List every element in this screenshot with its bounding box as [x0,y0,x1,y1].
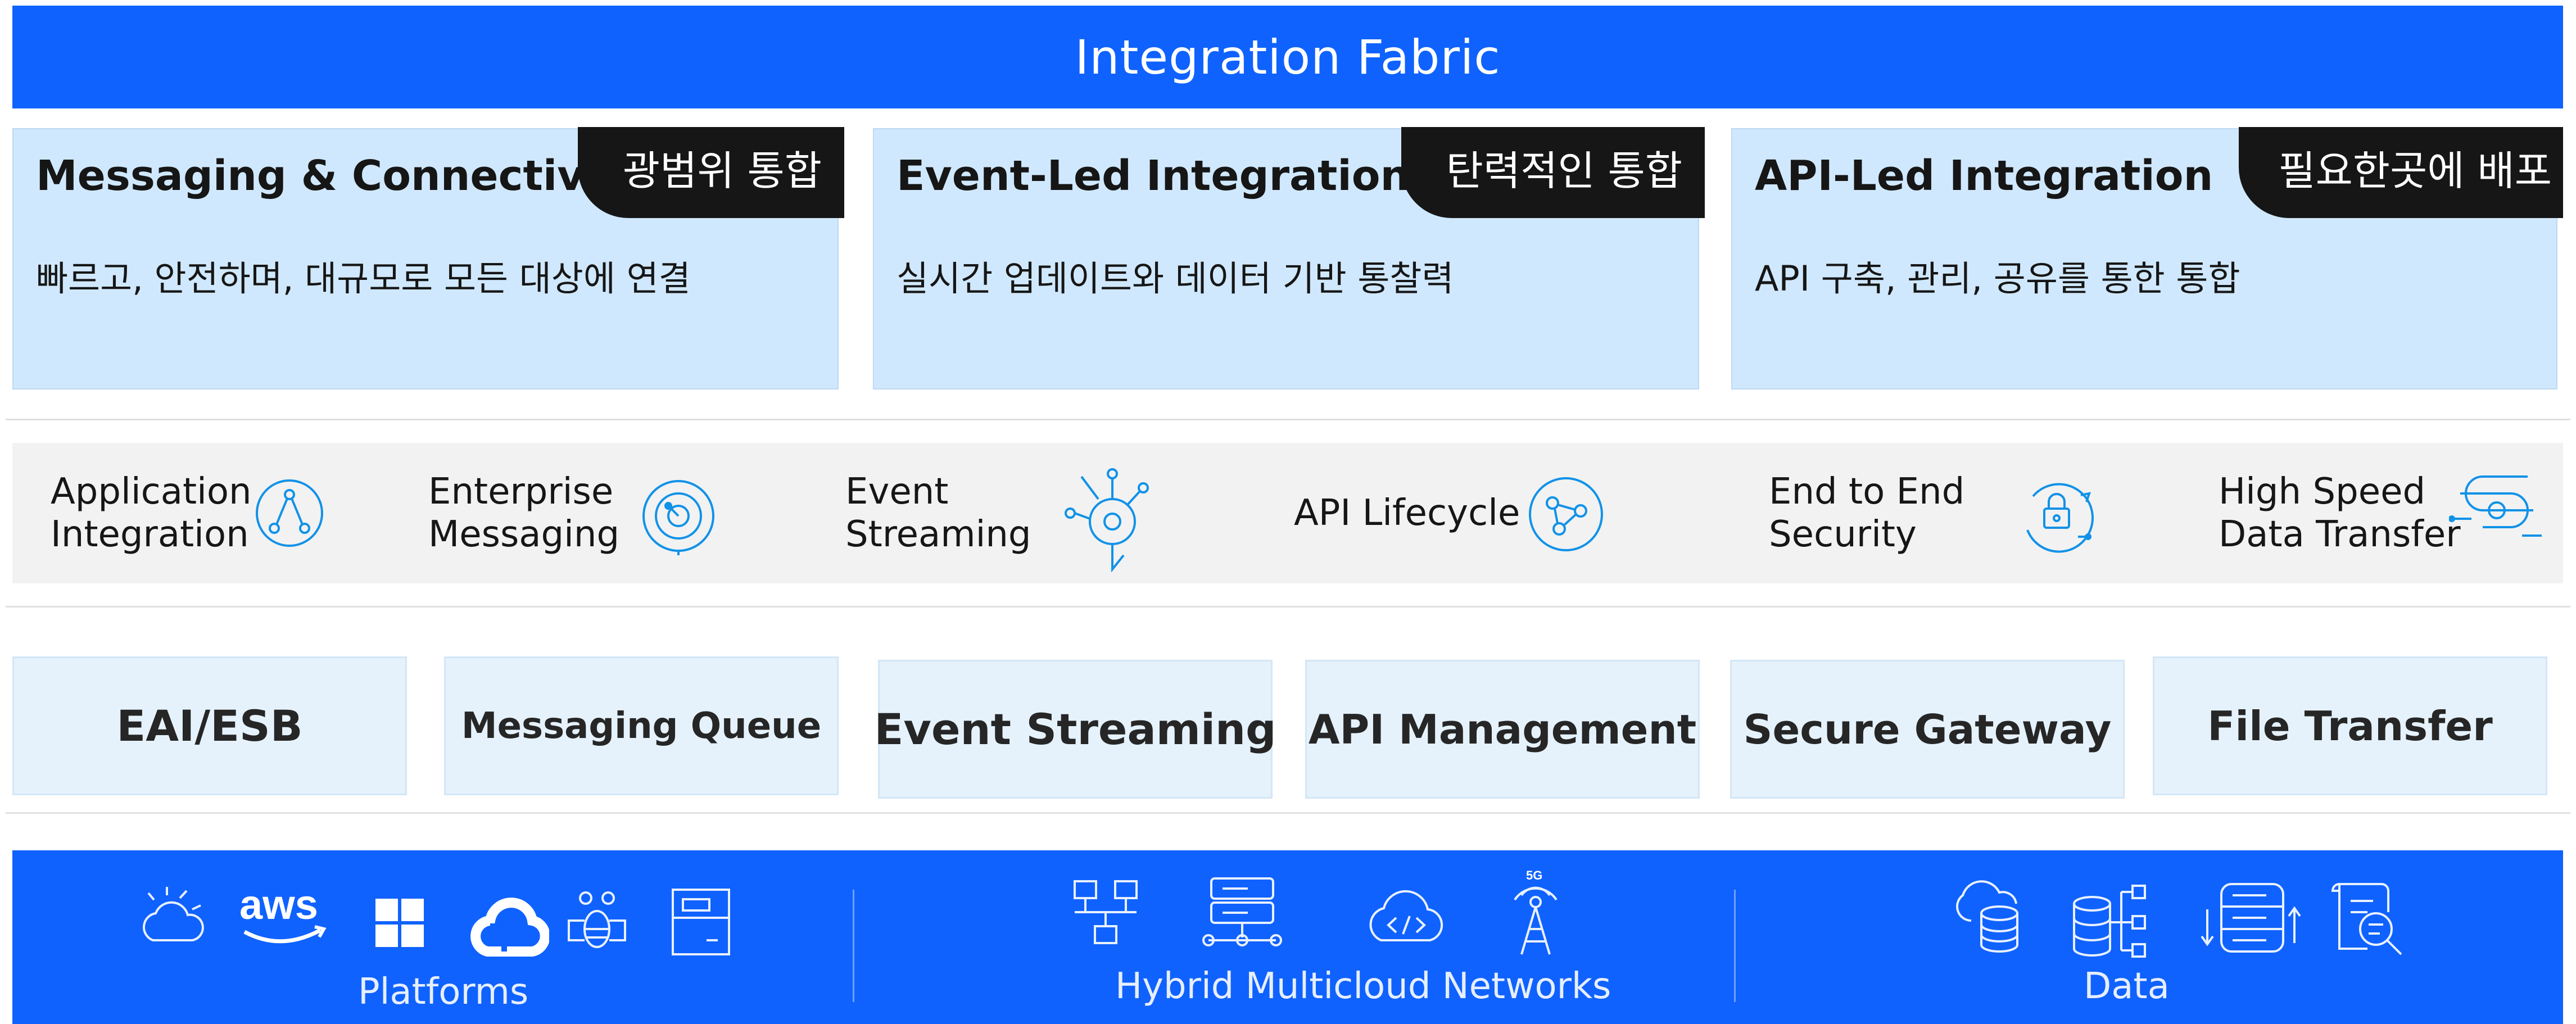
capability-label: Enterprise Messaging [428,471,620,555]
card-title: Messaging & Connectivity [36,152,646,200]
product-label: Event Streaming [874,704,1276,754]
card-description: API 구축, 관리, 공유를 통한 통합 [1755,258,2240,299]
product-secure-gateway: Secure Gateway [1730,660,2125,799]
capability-label: Application Integration [51,471,252,555]
server-icon [672,889,730,955]
platforms-label: Platforms [358,971,529,1013]
cloud-database-icon [1956,880,2018,953]
google-cloud-icon [470,898,549,957]
private-cloud-icon [143,887,204,941]
data-label: Data [2084,966,2170,1007]
card-description: 실시간 업데이트와 데이터 기반 통찰력 [897,258,1454,299]
svg-text:5G: 5G [1526,868,1542,882]
card-tag: 탄력적인 통합 [1401,127,1705,218]
capability-label: High Speed Data Transfer [2219,471,2461,555]
product-file-transfer: File Transfer [2153,656,2547,795]
networks-label: Hybrid Multicloud Networks [1115,966,1611,1007]
card-title: API-Led Integration [1755,152,2213,200]
divider [6,812,2570,814]
card-event-led-integration: Event-Led Integration 탄력적인 통합 실시간 업데이트와 … [873,127,1705,389]
card-api-led-integration: API-Led Integration 필요한곳에 배포 API 구축, 관리,… [1731,127,2563,389]
capability-application-integration: Application Integration [51,443,343,583]
page-title: Integration Fabric [1075,29,1501,85]
card-messaging-connectivity: Messaging & Connectivity 광범위 통합 빠르고, 안전하… [12,127,844,389]
microsoft-windows-icon [375,899,424,947]
product-label: EAI/ESB [116,701,303,751]
ibm-cloud-icon [568,891,626,948]
5g-tower-icon: 5G [1514,868,1558,955]
capability-label: API Lifecycle [1294,492,1520,534]
data-sync-icon [2201,883,2301,953]
capabilities-band: Application Integration Enterprise Messa… [12,443,2563,583]
database-hierarchy-icon [2073,885,2146,958]
card-tag: 필요한곳에 배포 [2239,127,2563,218]
capability-api-lifecycle: API Lifecycle [1294,443,1631,583]
group-separator [853,890,854,1002]
capability-label: Event Streaming [845,471,1031,555]
capability-event-streaming: Event Streaming [845,443,1149,583]
divider [6,419,2570,420]
enterprise-messaging-icon [642,480,714,555]
network-topology-icon [1074,880,1138,944]
product-eai-esb: EAI/ESB [12,656,407,795]
card-tag: 광범위 통합 [577,127,844,218]
infrastructure-footer: aws Platforms 5G Hybrid Multicloud Netwo… [12,850,2563,1024]
card-title: Event-Led Integration [897,152,1410,200]
product-event-streaming: Event Streaming [874,660,1276,799]
product-messaging-queue: Messaging Queue [444,656,839,795]
product-label: File Transfer [2207,702,2493,750]
capability-label: End to End Security [1769,471,1965,555]
document-search-icon [2331,883,2402,955]
capability-end-to-end-security: End to End Security [1769,443,2094,583]
cloud-code-icon [1369,890,1443,941]
page-title-banner: Integration Fabric [12,6,2563,108]
capability-high-speed-data-transfer: High Speed Data Transfer [2219,443,2567,583]
product-api-management: API Management [1305,660,1700,799]
product-label: Secure Gateway [1743,705,2112,753]
data-transfer-icon [2449,475,2542,537]
application-integration-icon [256,479,323,547]
api-lifecycle-icon [1529,477,1603,551]
svg-text:aws: aws [239,881,318,928]
product-label: API Management [1308,705,1697,753]
event-streaming-icon [1065,468,1149,572]
aws-icon: aws [239,881,327,944]
security-icon [2026,483,2094,553]
product-label: Messaging Queue [461,705,822,747]
divider [6,606,2570,608]
server-rack-network-icon [1202,877,1282,946]
capability-enterprise-messaging: Enterprise Messaging [428,443,721,583]
card-description: 빠르고, 안전하며, 대규모로 모든 대상에 연결 [36,258,691,299]
group-separator [1734,890,1736,1002]
